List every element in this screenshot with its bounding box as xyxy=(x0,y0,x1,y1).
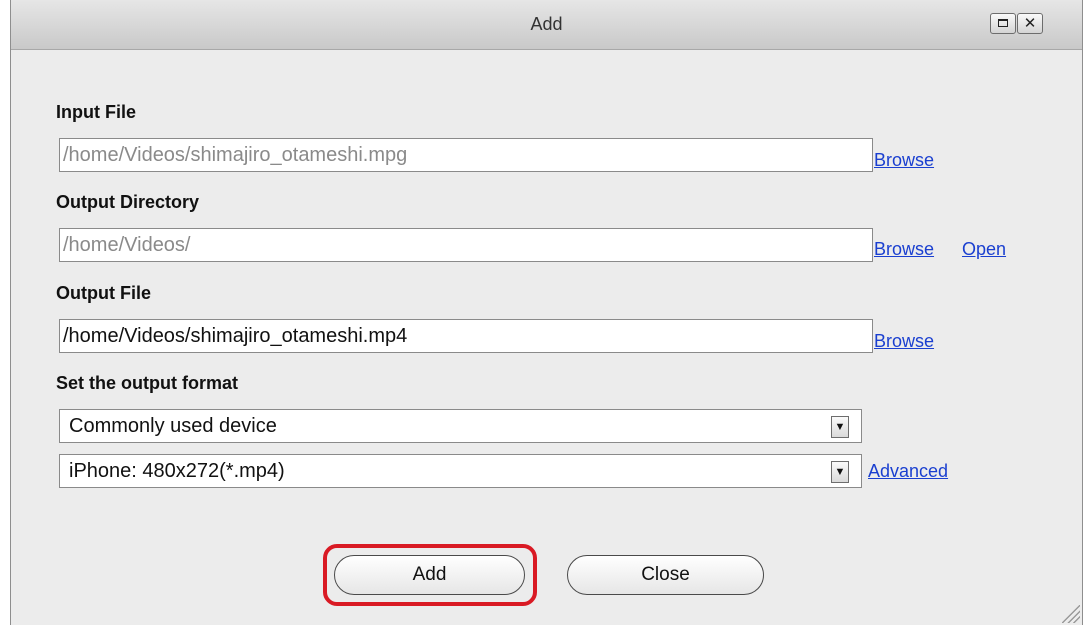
output-directory-open-link[interactable]: Open xyxy=(962,239,1006,260)
add-button[interactable]: Add xyxy=(334,555,525,595)
output-file-field[interactable]: /home/Videos/shimajiro_otameshi.mp4 xyxy=(59,319,873,353)
input-file-browse-link[interactable]: Browse xyxy=(874,150,934,171)
device-preset-select[interactable]: iPhone: 480x272(*.mp4) xyxy=(59,454,862,488)
output-file-browse-link[interactable]: Browse xyxy=(874,331,934,352)
output-file-label: Output File xyxy=(56,283,151,303)
output-directory-label: Output Directory xyxy=(56,192,200,212)
dialog-title: Add xyxy=(530,14,563,34)
input-file-label: Input File xyxy=(56,102,136,122)
maximize-button[interactable] xyxy=(990,13,1016,34)
device-category-select[interactable]: Commonly used device xyxy=(59,409,862,443)
add-dialog: Add ✕ Input File /home/Videos/shimajiro_… xyxy=(10,0,1083,625)
close-button[interactable]: Close xyxy=(567,555,764,595)
chevron-down-icon[interactable]: ▼ xyxy=(831,461,849,483)
output-directory-field[interactable]: /home/Videos/ xyxy=(59,228,873,262)
resize-grip-icon[interactable] xyxy=(1062,605,1080,623)
maximize-icon xyxy=(998,19,1008,27)
advanced-settings-link[interactable]: Advanced xyxy=(868,461,948,482)
chevron-down-icon[interactable]: ▼ xyxy=(831,416,849,438)
output-directory-browse-link[interactable]: Browse xyxy=(874,239,934,260)
close-icon: ✕ xyxy=(1023,15,1037,32)
output-format-label: Set the output format xyxy=(56,373,238,393)
title-bar[interactable]: Add ✕ xyxy=(11,0,1082,50)
close-window-button[interactable]: ✕ xyxy=(1017,13,1043,34)
input-file-field[interactable]: /home/Videos/shimajiro_otameshi.mpg xyxy=(59,138,873,172)
